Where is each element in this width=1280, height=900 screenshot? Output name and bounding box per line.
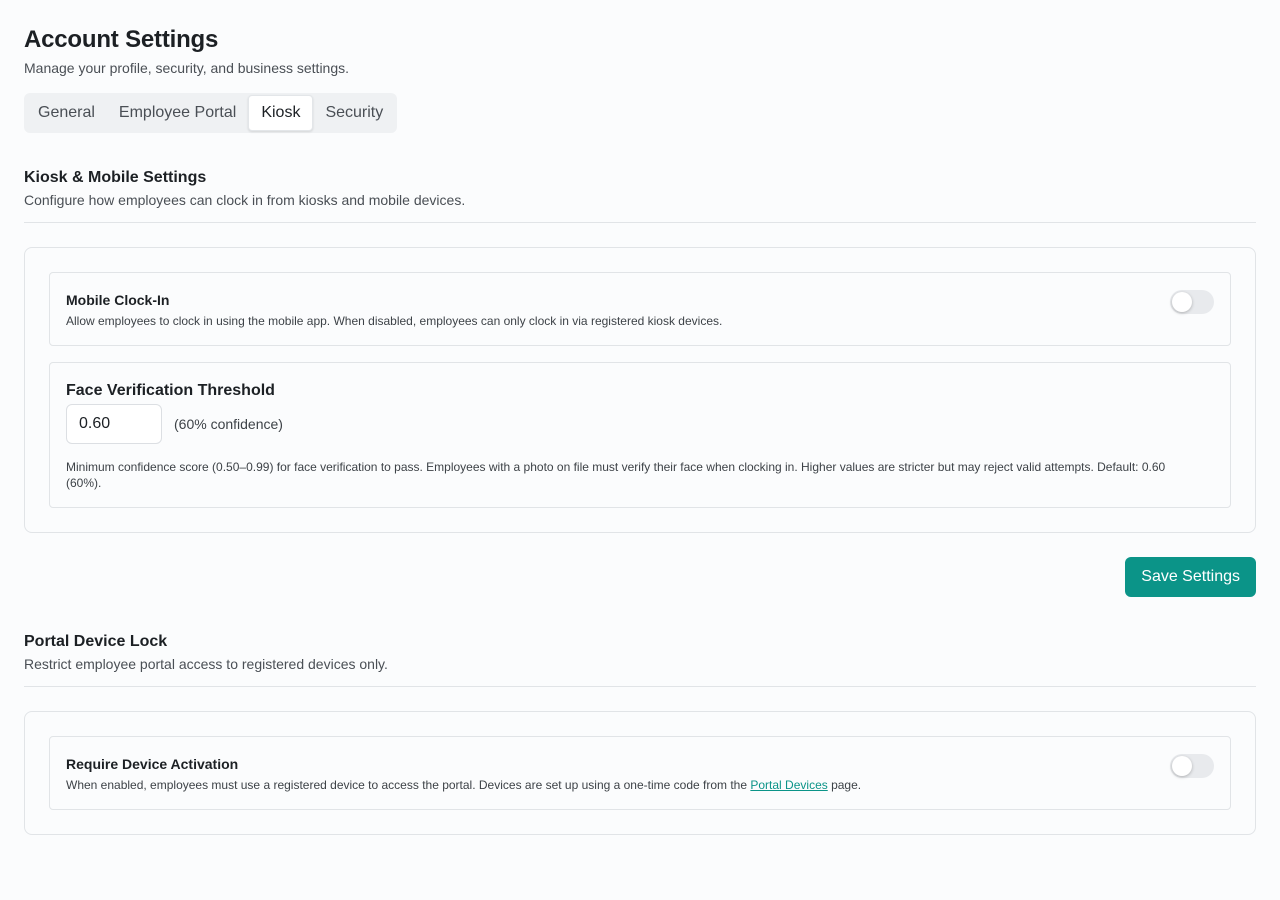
device-lock-section-title: Portal Device Lock — [24, 633, 168, 650]
tab-security[interactable]: Security — [313, 95, 395, 131]
face-threshold-description: Minimum confidence score (0.50–0.99) for… — [66, 460, 1166, 490]
settings-page: Account Settings Manage your profile, se… — [0, 0, 1280, 835]
page-subtitle: Manage your profile, security, and busin… — [24, 60, 350, 76]
device-lock-section-header: Portal Device Lock Restrict employee por… — [24, 632, 1256, 687]
face-threshold-title: Face Verification Threshold — [66, 382, 275, 399]
mobile-clock-in-title: Mobile Clock-In — [66, 292, 170, 308]
face-threshold-hint: (60% confidence) — [174, 416, 283, 432]
kiosk-section-title: Kiosk & Mobile Settings — [24, 169, 207, 186]
toggle-knob — [1172, 756, 1192, 776]
tab-employee-portal[interactable]: Employee Portal — [107, 95, 248, 131]
face-threshold-input[interactable] — [66, 404, 162, 444]
kiosk-section-description: Configure how employees can clock in fro… — [24, 192, 466, 208]
tab-kiosk[interactable]: Kiosk — [248, 95, 314, 131]
require-activation-row: Require Device Activation When enabled, … — [49, 736, 1231, 810]
require-activation-description-suffix: page. — [827, 778, 862, 792]
face-threshold-controls: (60% confidence) — [66, 404, 1214, 444]
require-activation-description-text: When enabled, employees must use a regis… — [66, 778, 751, 792]
save-settings-button[interactable]: Save Settings — [1125, 557, 1256, 597]
mobile-clock-in-row: Mobile Clock-In Allow employees to clock… — [49, 272, 1231, 346]
tab-general[interactable]: General — [26, 95, 107, 131]
settings-tabs: General Employee Portal Kiosk Security — [24, 93, 398, 133]
face-threshold-row: Face Verification Threshold (60% confide… — [49, 362, 1231, 508]
require-activation-title: Require Device Activation — [66, 756, 239, 772]
device-lock-card: Require Device Activation When enabled, … — [24, 711, 1256, 835]
toggle-knob — [1172, 292, 1192, 312]
require-activation-toggle[interactable] — [1170, 754, 1214, 778]
require-activation-description: When enabled, employees must use a regis… — [66, 777, 1214, 793]
kiosk-settings-card: Mobile Clock-In Allow employees to clock… — [24, 247, 1256, 533]
device-lock-section-description: Restrict employee portal access to regis… — [24, 656, 388, 672]
portal-devices-link[interactable]: Portal Devices — [750, 778, 827, 792]
kiosk-actions: Save Settings — [24, 557, 1256, 597]
kiosk-section-header: Kiosk & Mobile Settings Configure how em… — [24, 168, 1256, 223]
mobile-clock-in-description: Allow employees to clock in using the mo… — [66, 314, 723, 328]
page-title: Account Settings — [24, 26, 219, 53]
mobile-clock-in-toggle[interactable] — [1170, 290, 1214, 314]
